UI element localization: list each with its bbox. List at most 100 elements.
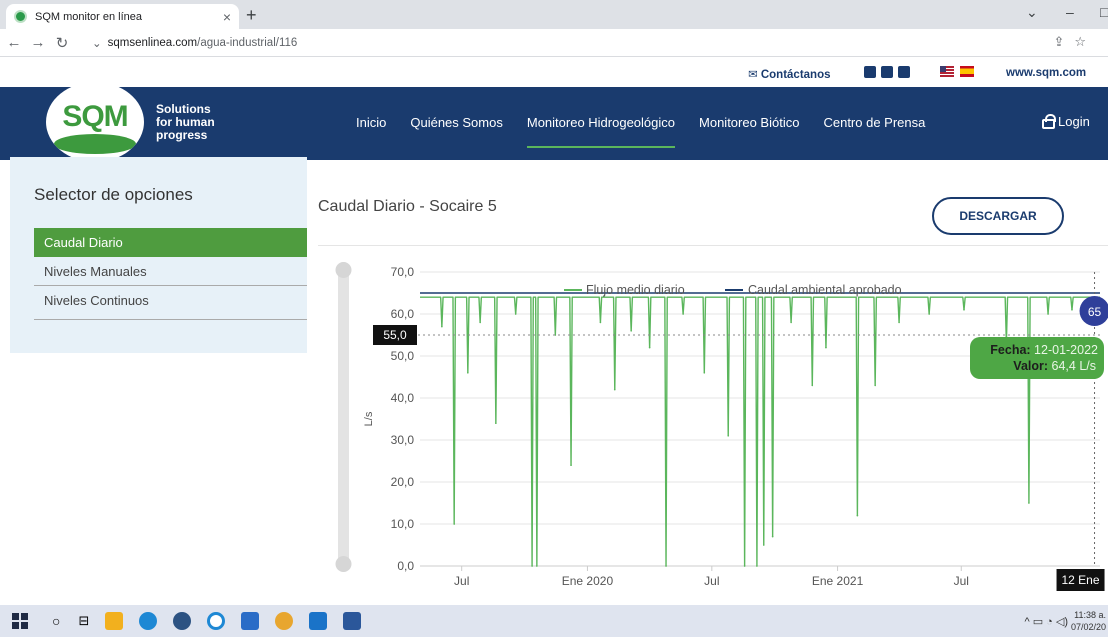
data-point bbox=[825, 346, 827, 349]
data-point bbox=[1047, 313, 1049, 315]
chevron-down-icon[interactable]: ⌄ bbox=[1026, 4, 1038, 21]
data-point bbox=[613, 388, 616, 391]
sidebar-menu: Caudal Diario Niveles Manuales Niveles C… bbox=[34, 228, 307, 320]
y-tick-label: 30,0 bbox=[391, 433, 415, 447]
taskbar-clock[interactable]: 11:38 a. 07/02/20 bbox=[1071, 609, 1106, 633]
login-button[interactable]: Login bbox=[1042, 113, 1090, 129]
flow-chart[interactable]: 70,0 60,0 50,0 40,0 30,0 20,0 10,0 0,0 L/s Jul Ene… bbox=[318, 246, 1108, 602]
system-tray-icons[interactable]: ^ ▭ ◔ ◁) bbox=[1025, 615, 1069, 628]
site-topbar: ✉ Contáctanos www.sqm.com bbox=[0, 57, 1108, 87]
url-host: sqmsenlinea.com bbox=[107, 37, 198, 49]
search-icon[interactable]: ○ bbox=[52, 613, 60, 629]
x-tick-label: Jul bbox=[454, 574, 469, 588]
tagline-line-3: progress bbox=[156, 128, 208, 142]
selected-value-label: 55,0 bbox=[383, 328, 407, 342]
file-explorer-icon[interactable] bbox=[105, 612, 124, 630]
data-point bbox=[495, 422, 497, 424]
y-tick-label: 10,0 bbox=[391, 517, 415, 531]
linkedin-icon[interactable] bbox=[881, 66, 893, 78]
x-tick-label: Ene 2020 bbox=[562, 574, 614, 588]
new-tab-button[interactable]: + bbox=[246, 5, 257, 26]
nav-quienes-somos[interactable]: Quiénes Somos bbox=[410, 115, 503, 130]
y-tick-label: 20,0 bbox=[391, 475, 415, 489]
sidebar-item-niveles-manuales[interactable]: Niveles Manuales bbox=[34, 257, 307, 286]
maximize-icon[interactable]: □ bbox=[1100, 4, 1108, 20]
nav-inicio[interactable]: Inicio bbox=[356, 115, 386, 130]
data-point bbox=[874, 384, 876, 387]
tab-title: SQM monitor en línea bbox=[35, 10, 142, 23]
tooltip-date-value: 12-01-2022 bbox=[1034, 343, 1098, 357]
browser-tab[interactable]: SQM monitor en línea × bbox=[6, 4, 239, 29]
browser-toolbar: ← → ↻ ⌄ sqmsenlinea.com /agua-industrial… bbox=[0, 29, 1108, 57]
data-point bbox=[743, 565, 746, 567]
sqm-logo[interactable]: SQM bbox=[46, 82, 144, 162]
options-sidebar: Selector de opciones Caudal Diario Nivel… bbox=[10, 157, 307, 353]
nav-monitoreo-biotico[interactable]: Monitoreo Biótico bbox=[699, 115, 799, 130]
data-point bbox=[570, 464, 572, 466]
data-point bbox=[648, 346, 651, 349]
y-tick-label: 70,0 bbox=[391, 265, 415, 279]
windows-taskbar: ○ ⊟ ^ ▭ ◔ ◁) 11:38 a. 07/02/20 bbox=[0, 605, 1108, 637]
data-point bbox=[536, 565, 538, 567]
main-nav: Inicio Quiénes Somos Monitoreo Hidrogeol… bbox=[356, 115, 949, 148]
word-icon[interactable] bbox=[343, 612, 362, 630]
legend-label-flujo: Flujo medio diario bbox=[586, 283, 685, 297]
browser-tab-strip: SQM monitor en línea × + ⌄ – □ bbox=[0, 0, 1108, 29]
tab-close-icon[interactable]: × bbox=[223, 9, 231, 25]
data-point bbox=[531, 565, 533, 567]
contact-label: Contáctanos bbox=[760, 69, 831, 81]
edge-icon[interactable] bbox=[139, 612, 158, 630]
windows-start-icon[interactable] bbox=[12, 613, 28, 629]
internet-explorer-icon[interactable] bbox=[207, 612, 226, 630]
site-header: SQM Solutions for human progress Inicio … bbox=[0, 82, 1108, 162]
navigator-handle-top bbox=[335, 262, 352, 278]
data-point bbox=[811, 384, 814, 387]
website-link[interactable]: www.sqm.com bbox=[1006, 67, 1086, 79]
data-point bbox=[682, 313, 684, 315]
share-and-bookmark-icons[interactable]: ⇪☆ bbox=[1053, 34, 1096, 50]
reload-icon[interactable]: ↻ bbox=[52, 34, 72, 52]
data-point bbox=[630, 330, 632, 332]
outlook-icon[interactable] bbox=[309, 612, 328, 630]
youtube-icon[interactable] bbox=[864, 66, 876, 78]
sidebar-item-niveles-continuos[interactable]: Niveles Continuos bbox=[34, 286, 307, 320]
data-point bbox=[928, 313, 930, 315]
data-point bbox=[856, 514, 859, 517]
contact-link[interactable]: ✉ Contáctanos bbox=[748, 67, 831, 81]
nav-centro-de-prensa[interactable]: Centro de Prensa bbox=[823, 115, 925, 130]
data-point bbox=[453, 523, 455, 525]
back-arrow-icon[interactable]: ← bbox=[4, 34, 24, 51]
y-tick-label: 50,0 bbox=[391, 349, 415, 363]
data-point bbox=[963, 309, 965, 311]
data-point bbox=[762, 544, 765, 546]
x-tick-label: Ene 2021 bbox=[812, 574, 864, 588]
data-point bbox=[703, 372, 706, 374]
data-point bbox=[727, 435, 730, 437]
y-tick-label: 60,0 bbox=[391, 307, 415, 321]
spanish-flag-icon[interactable] bbox=[960, 66, 974, 77]
sidebar-item-caudal-diario[interactable]: Caudal Diario bbox=[34, 228, 307, 257]
data-point bbox=[479, 321, 481, 324]
facebook-icon[interactable] bbox=[898, 66, 910, 78]
minimize-icon[interactable]: – bbox=[1066, 4, 1074, 20]
data-point bbox=[599, 321, 602, 324]
tooltip-value-line: Valor: 64,4 L/s bbox=[1013, 359, 1096, 373]
site-info-icon[interactable]: ⌄ bbox=[92, 36, 102, 50]
navigator-handle-bottom bbox=[335, 556, 352, 572]
download-button[interactable]: DESCARGAR bbox=[932, 197, 1064, 235]
x-tick-label: Jul bbox=[704, 574, 719, 588]
tagline: Solutions for human progress bbox=[156, 103, 215, 142]
english-flag-icon[interactable] bbox=[940, 66, 954, 77]
data-point bbox=[1028, 502, 1030, 504]
tooltip-value-value: 64,4 L/s bbox=[1052, 359, 1096, 373]
chrome-icon[interactable] bbox=[275, 612, 294, 630]
site-favicon-icon bbox=[14, 10, 27, 23]
task-view-icon[interactable]: ⊟ bbox=[78, 613, 89, 629]
y-tick-label: 40,0 bbox=[391, 391, 415, 405]
nav-monitoreo-hidrogeologico[interactable]: Monitoreo Hidrogeológico bbox=[526, 115, 676, 148]
store-icon[interactable] bbox=[241, 612, 260, 630]
browser-app-icon[interactable] bbox=[173, 612, 192, 630]
url-path: /agua-industrial/116 bbox=[197, 37, 298, 49]
forward-arrow-icon[interactable]: → bbox=[28, 34, 48, 51]
url-field[interactable]: ⌄ sqmsenlinea.com /agua-industrial/116 bbox=[92, 33, 297, 53]
